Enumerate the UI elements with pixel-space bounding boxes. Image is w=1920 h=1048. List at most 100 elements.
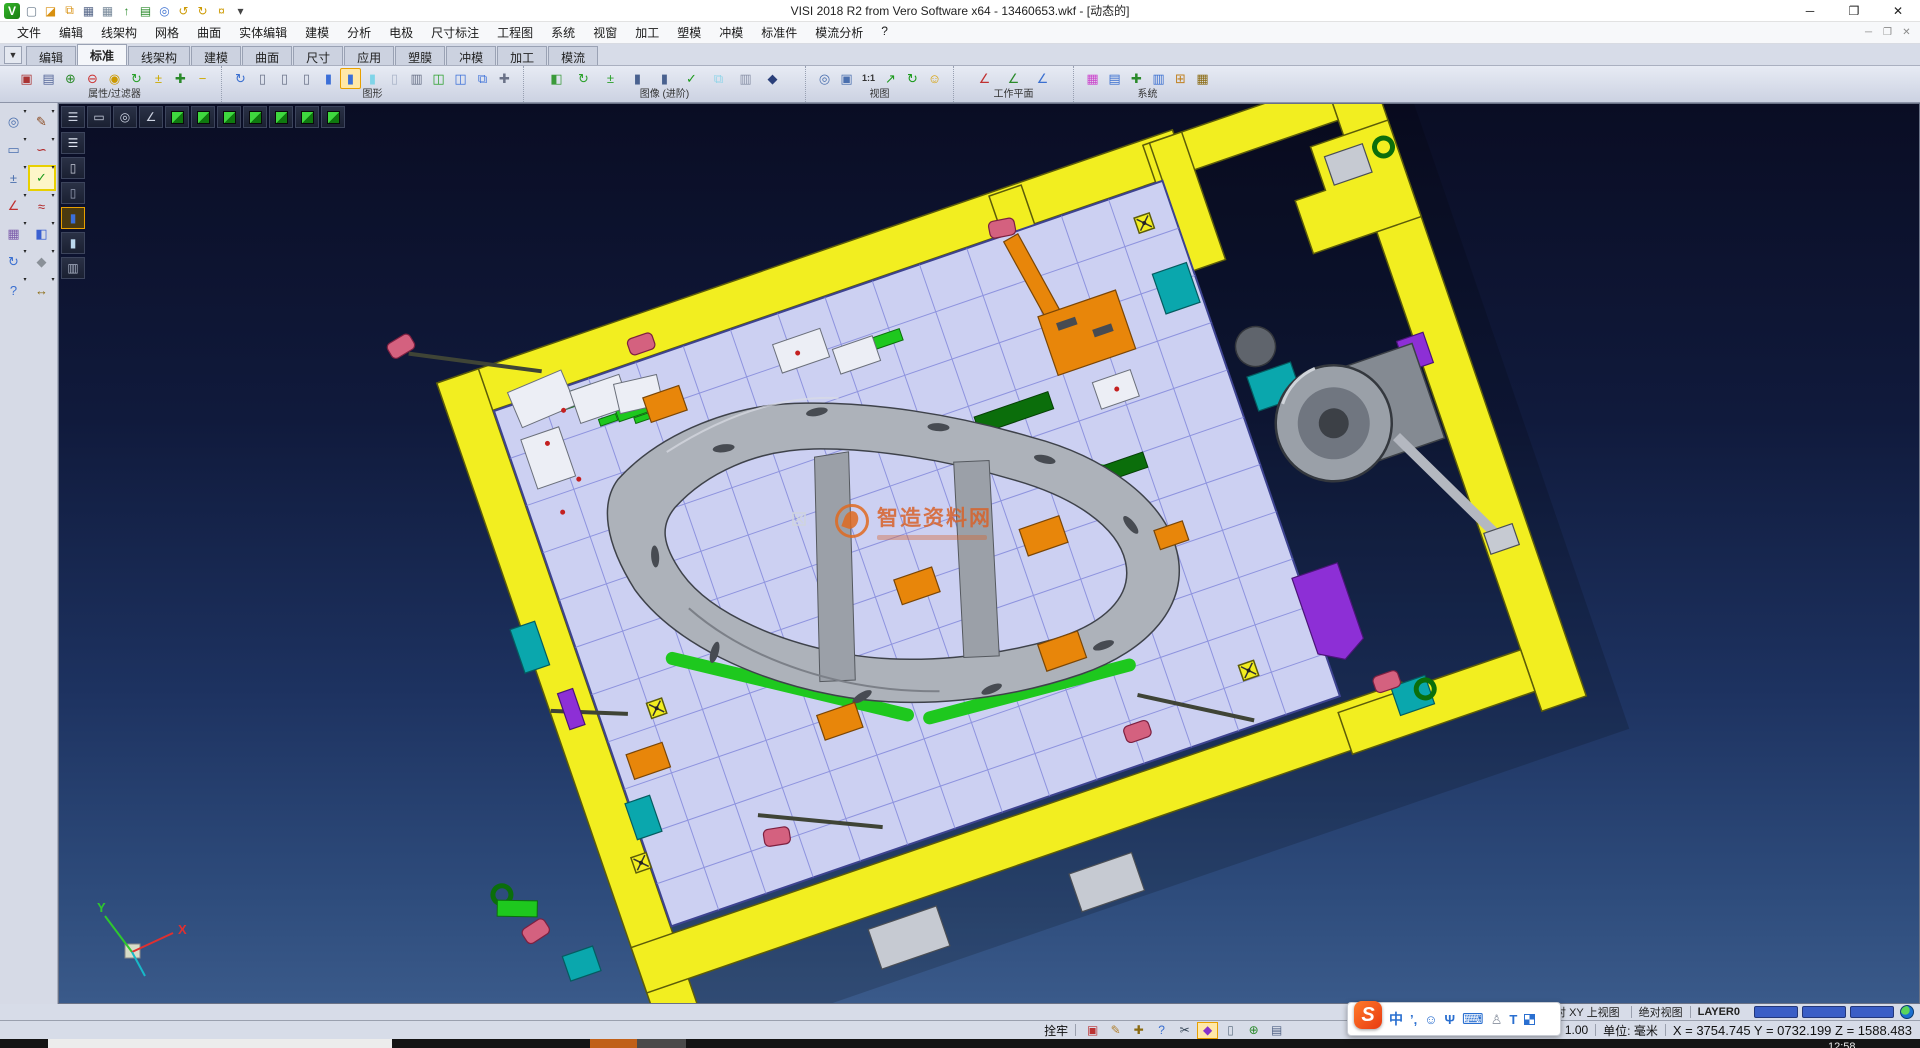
- zoom-dynamic-icon[interactable]: ◎: [814, 68, 835, 89]
- display-menu-icon[interactable]: ☰: [61, 132, 85, 154]
- pan-icon[interactable]: ↗: [880, 68, 901, 89]
- ribbon-tab[interactable]: 冲模: [446, 46, 496, 65]
- taskbar-search-box[interactable]: [48, 1039, 392, 1048]
- menu-item[interactable]: 模流分析: [806, 22, 872, 43]
- ribbon-tab[interactable]: 标准: [77, 44, 127, 65]
- absolute-view-label[interactable]: 绝对视图: [1639, 1004, 1683, 1020]
- lock-label[interactable]: 拴牢: [1044, 1022, 1068, 1039]
- color-swatch-button-3[interactable]: [1850, 1006, 1894, 1018]
- color-table-icon[interactable]: ▤: [1104, 68, 1125, 89]
- window-tile-icon[interactable]: ▤: [1267, 1023, 1286, 1038]
- shaded-edges-display-icon[interactable]: ▮: [340, 68, 361, 89]
- workplane-icon[interactable]: ∠: [974, 68, 995, 89]
- window-grid-icon[interactable]: ◧: [30, 223, 54, 245]
- ime-apps-grid-icon[interactable]: [1524, 1014, 1535, 1025]
- viewport-menu-icon[interactable]: ☰: [61, 106, 85, 128]
- menu-item[interactable]: 实体编辑: [230, 22, 296, 43]
- snap-settings-icon[interactable]: ⊞: [1170, 68, 1191, 89]
- context-help-icon[interactable]: ?: [1152, 1023, 1171, 1038]
- redo-icon[interactable]: ↻: [194, 2, 211, 19]
- mdi-close-button[interactable]: ✕: [1899, 27, 1914, 38]
- hiddenline-display-icon[interactable]: ▯: [274, 68, 295, 89]
- ime-emoji-icon[interactable]: ☺: [1424, 1013, 1437, 1026]
- taskbar-app-active[interactable]: [590, 1039, 637, 1048]
- globe-icon[interactable]: [1900, 1005, 1914, 1019]
- maximize-button[interactable]: ❐: [1832, 0, 1876, 21]
- display-pair-icon[interactable]: ◫: [450, 68, 471, 89]
- model-viewport[interactable]: Y X ☰▭◎∠ ☰▯▯▮▮▥ 智造资料网: [58, 103, 1920, 1004]
- mdi-restore-button[interactable]: ❐: [1880, 27, 1895, 38]
- hiddenline-mode-icon[interactable]: ▯: [61, 182, 85, 204]
- menu-item[interactable]: 曲面: [188, 22, 230, 43]
- view-face-icon[interactable]: ☺: [924, 68, 945, 89]
- workplane-align-icon[interactable]: ∠: [1032, 68, 1053, 89]
- solid-check-icon[interactable]: ✓: [681, 68, 702, 89]
- cube-shaded-icon[interactable]: ◆: [762, 68, 783, 89]
- minimize-button[interactable]: ─: [1788, 0, 1832, 21]
- wireframe-display-icon[interactable]: ▯: [252, 68, 273, 89]
- view-iso-icon[interactable]: [165, 106, 189, 128]
- zoom-plusminus-icon[interactable]: ±: [2, 167, 26, 189]
- menu-item[interactable]: 塑模: [668, 22, 710, 43]
- menu-item[interactable]: 工程图: [488, 22, 542, 43]
- ribbon-tab[interactable]: 编辑: [26, 46, 76, 65]
- zoom-options-icon[interactable]: ◎: [2, 111, 26, 133]
- regen-icon[interactable]: ↻: [230, 68, 251, 89]
- ime-wardrobe-icon[interactable]: T: [1509, 1013, 1517, 1026]
- hide-entities-icon[interactable]: ⊖: [82, 68, 103, 89]
- menu-item[interactable]: 系统: [542, 22, 584, 43]
- ghost-mode-icon[interactable]: ▮: [61, 232, 85, 254]
- filter-traffic-icon[interactable]: ◉: [104, 68, 125, 89]
- menu-item[interactable]: 建模: [296, 22, 338, 43]
- menu-item[interactable]: 标准件: [752, 22, 806, 43]
- menu-item[interactable]: 网格: [146, 22, 188, 43]
- publish-icon[interactable]: ↑: [118, 2, 135, 19]
- view-front-icon[interactable]: [243, 106, 267, 128]
- menu-item[interactable]: 编辑: [50, 22, 92, 43]
- workplane-move-icon[interactable]: ∠: [1003, 68, 1024, 89]
- display-settings-icon[interactable]: ✚: [494, 68, 515, 89]
- menu-item[interactable]: 尺寸标注: [422, 22, 488, 43]
- shaded-mode-icon[interactable]: ▮: [61, 207, 85, 229]
- solid-dark2-icon[interactable]: ▮: [654, 68, 675, 89]
- print-icon[interactable]: ▤: [137, 2, 154, 19]
- cube-filter-icon[interactable]: ◧: [546, 68, 567, 89]
- import-doc-icon[interactable]: ⧉: [61, 2, 78, 19]
- hide-all-icon[interactable]: −: [192, 68, 213, 89]
- menu-item[interactable]: 冲模: [710, 22, 752, 43]
- help-icon[interactable]: ?: [2, 279, 26, 301]
- units-label[interactable]: 单位: 毫米: [1603, 1022, 1658, 1039]
- hammer-icon[interactable]: ✚: [1129, 1023, 1148, 1038]
- solid-wire-icon[interactable]: ▥: [735, 68, 756, 89]
- close-button[interactable]: ✕: [1876, 0, 1920, 21]
- ribbon-tab[interactable]: 加工: [497, 46, 547, 65]
- sogou-logo-icon[interactable]: S: [1354, 1001, 1382, 1029]
- attribute-page-icon[interactable]: ▤: [38, 68, 59, 89]
- device-icon[interactable]: ▯: [1221, 1023, 1240, 1038]
- new-file-icon[interactable]: ▢: [23, 2, 40, 19]
- solid-copy-icon[interactable]: ⧉: [708, 68, 729, 89]
- visi-logo-icon[interactable]: V: [4, 3, 20, 19]
- spline-icon[interactable]: ≈: [30, 195, 54, 217]
- edit-tools-icon[interactable]: ✎: [30, 111, 54, 133]
- menu-item[interactable]: 加工: [626, 22, 668, 43]
- gem-view-icon[interactable]: ◆: [1198, 1023, 1217, 1038]
- display-pair-add-icon[interactable]: ◫: [428, 68, 449, 89]
- view-back-icon[interactable]: [269, 106, 293, 128]
- transparent-display-icon[interactable]: ▮: [362, 68, 383, 89]
- solid-view-icon[interactable]: ◆: [30, 251, 54, 273]
- menu-item[interactable]: 电极: [380, 22, 422, 43]
- mdi-minimize-button[interactable]: ─: [1861, 27, 1876, 38]
- qat-dropdown-icon[interactable]: ▾: [232, 2, 249, 19]
- undo-icon[interactable]: ↺: [175, 2, 192, 19]
- calculator-icon[interactable]: ▦: [1192, 68, 1213, 89]
- modify-attributes-icon[interactable]: ▣: [16, 68, 37, 89]
- ribbon-tab[interactable]: 塑膜: [395, 46, 445, 65]
- flat-display-icon[interactable]: ▯: [384, 68, 405, 89]
- view-left-icon[interactable]: [295, 106, 319, 128]
- ribbon-tab[interactable]: 线架构: [128, 46, 190, 65]
- key-icon[interactable]: ¤: [213, 2, 230, 19]
- ime-language-toggle[interactable]: 中: [1389, 1012, 1403, 1026]
- ucs-axis-icon[interactable]: ∠: [2, 195, 26, 217]
- shaded-display-icon[interactable]: ▮: [318, 68, 339, 89]
